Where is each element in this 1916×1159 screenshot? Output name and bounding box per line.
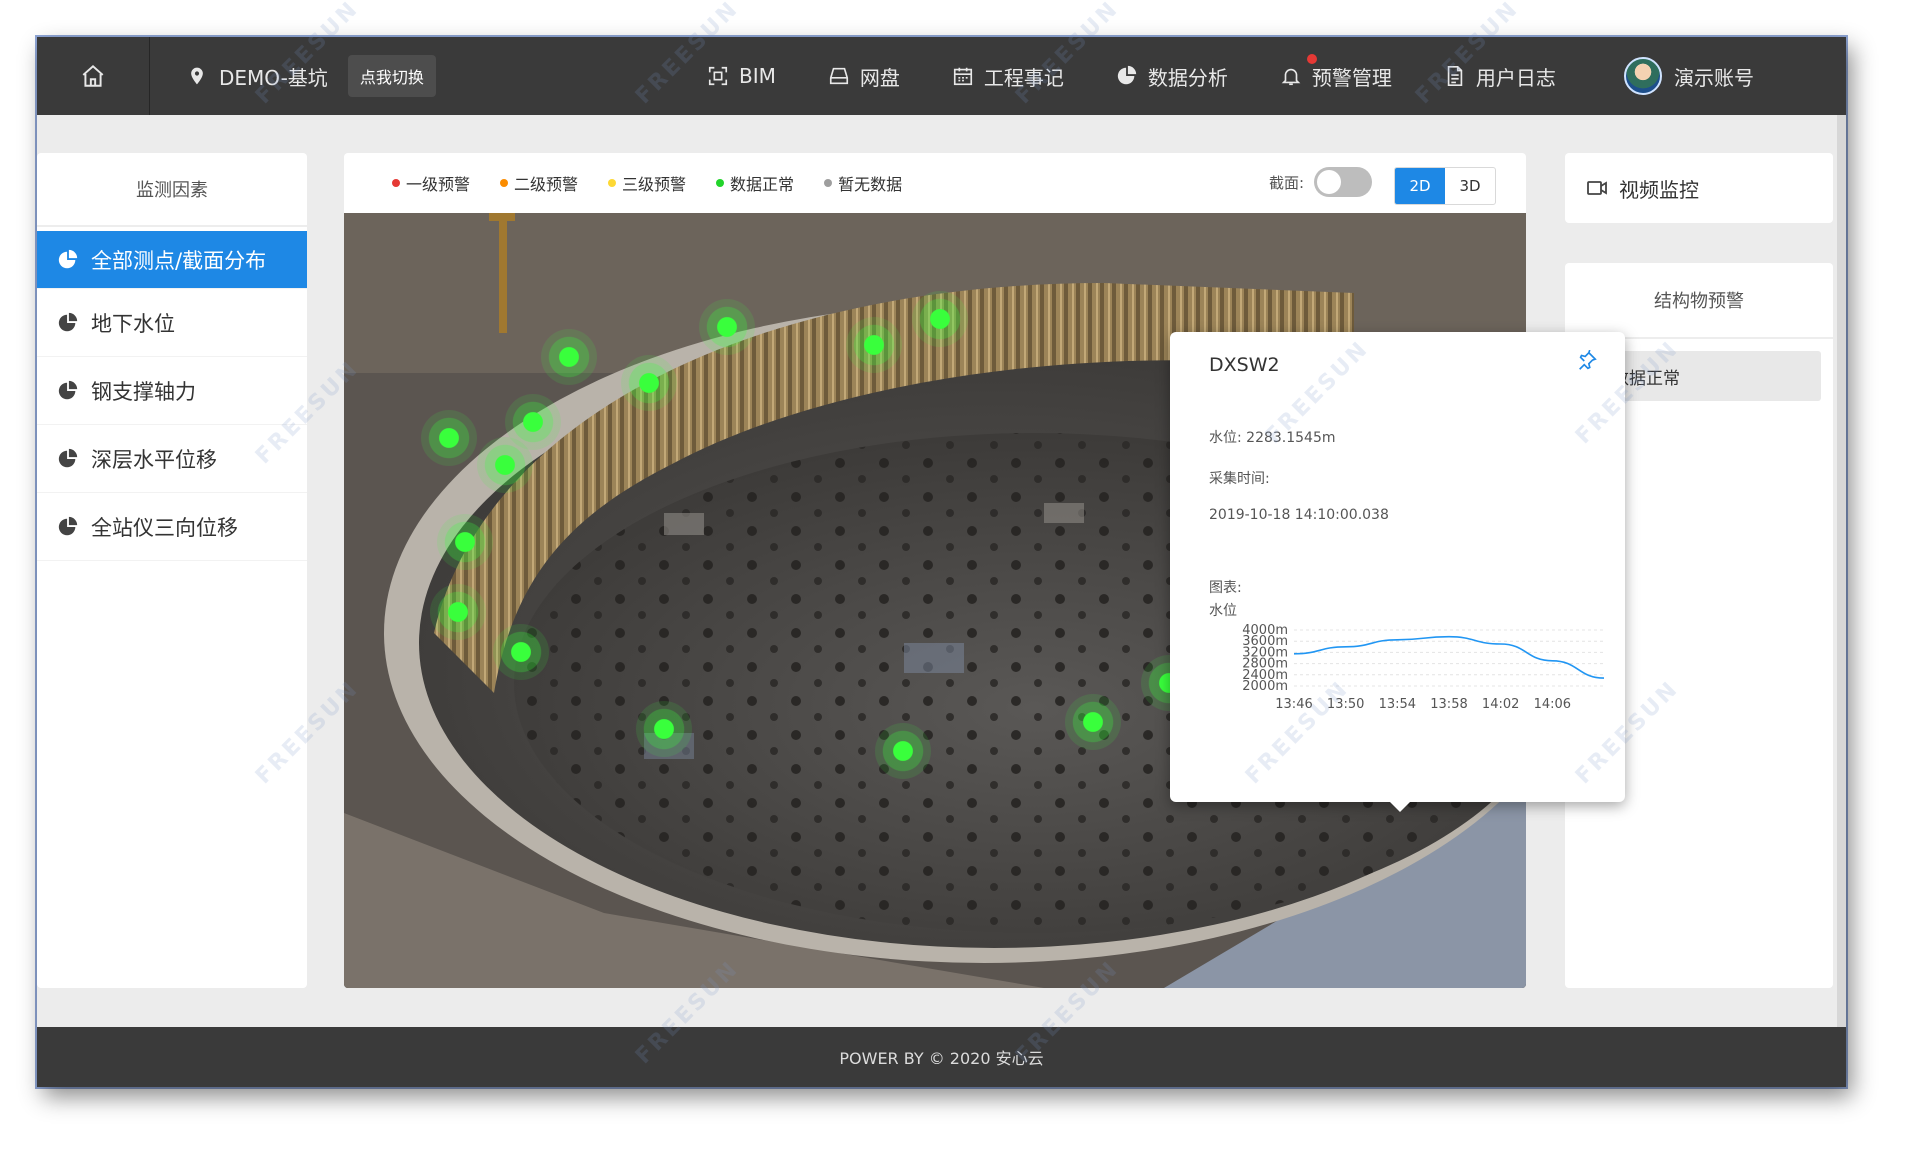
bell-icon [1281,68,1301,86]
alert-badge-dot [1306,53,1317,64]
factor-item-total-station[interactable]: 全站仪三向位移 [37,493,307,561]
pie-chart-icon [58,249,78,268]
factor-item-label: 深层水平位移 [91,447,217,472]
nav-analysis[interactable]: 数据分析 [1116,62,1228,91]
view-mode-2d-button[interactable]: 2D [1395,168,1445,204]
nav-drive[interactable]: 网盘 [828,62,900,91]
home-button[interactable] [37,37,150,115]
nav-events[interactable]: 工程事记 [952,62,1064,91]
chart-x-tick: 13:50 [1327,697,1364,712]
document-icon [1447,66,1463,86]
water-level-chart: 4000m3600m3200m2800m2400m2000m13:46 13:50… [1242,623,1605,712]
chart-x-tick: 14:02 [1482,697,1519,712]
factor-item-deep-displacement[interactable]: 深层水平位移 [37,425,307,493]
location-pin-icon [191,67,203,85]
popup-title: DXSW2 [1209,354,1280,376]
scan-icon [708,66,728,86]
monitoring-point[interactable] [875,723,931,779]
footer: POWER BY © 2020 安心云 [37,1027,1846,1087]
user-menu[interactable]: 演示账号 [1624,37,1754,115]
project-name: DEMO-基坑 [219,65,328,90]
drive-icon [829,67,848,85]
pie-chart-icon [58,516,78,535]
factor-item-label: 地下水位 [91,311,175,336]
monitoring-point[interactable] [430,584,486,640]
chart-x-tick: 13:58 [1430,697,1467,712]
nav-alerts-label: 预警管理 [1311,65,1392,90]
nav-logs-label: 用户日志 [1475,65,1556,90]
nav-drive-label: 网盘 [859,65,900,90]
monitoring-point[interactable] [421,410,477,466]
monitoring-point[interactable] [699,299,755,355]
video-monitor-label: 视频监控 [1619,177,1699,202]
pie-chart-icon [58,380,78,399]
legend-normal: 数据正常 [716,171,794,195]
monitoring-point[interactable] [477,437,533,493]
monitoring-factors-panel: 监测因素 全部测点/截面分布 地下水位 钢支撑轴力 深层水平位移 全站仪三向位移 [37,153,307,988]
section-label: 截面: [1269,173,1305,192]
popup-water-level: 水位: 2283.1545m [1209,430,1336,446]
factor-item-label: 全站仪三向位移 [91,515,238,540]
chart-x-tick: 13:54 [1379,697,1416,712]
monitoring-point[interactable] [912,291,968,347]
section-toggle[interactable] [1314,167,1373,197]
monitoring-point[interactable] [1065,694,1121,750]
project-selector: DEMO-基坑 点我切换 [187,37,436,115]
nav-logs[interactable]: 用户日志 [1444,62,1556,91]
monitoring-point[interactable] [437,514,493,570]
legend-level2: 二级预警 [500,171,578,195]
switch-project-button[interactable]: 点我切换 [347,55,436,97]
view-mode-switch: 2D 3D [1394,167,1496,205]
factor-item-label: 全部测点/截面分布 [91,248,267,273]
factor-item-water-level[interactable]: 地下水位 [37,289,307,357]
legend-no-data: 暂无数据 [824,171,902,195]
factor-item-steel-support[interactable]: 钢支撑轴力 [37,357,307,425]
nav-bim-label: BIM [739,64,776,88]
monitoring-point[interactable] [541,329,597,385]
legend-level3: 三级预警 [608,171,686,195]
chart-series-line [1293,635,1605,679]
avatar [1624,57,1662,95]
pie-chart-icon [58,312,78,331]
legend-level1: 一级预警 [392,171,470,195]
top-navigation-bar: DEMO-基坑 点我切换 BIM 网盘 工程事记 数据分析 预警管理 用户日志 … [37,37,1846,115]
user-name: 演示账号 [1674,65,1754,90]
factor-item-all-points[interactable]: 全部测点/截面分布 [37,231,307,289]
pin-icon[interactable] [1576,350,1598,372]
main-nav: BIM 网盘 工程事记 数据分析 预警管理 用户日志 [707,37,1608,115]
structure-alert-title: 结构物预警 [1565,263,1833,339]
point-info-popup: DXSW2 水位: 2283.1545m 采集时间: 2019-10-18 14… [1170,332,1625,812]
section-control: 截面: [1269,167,1373,197]
video-camera-icon [1587,181,1607,195]
popup-time-label: 采集时间: [1209,471,1270,487]
chart-y-tick: 2000m [1242,679,1288,694]
monitoring-point[interactable] [621,355,677,411]
monitoring-point[interactable] [636,701,692,757]
factor-item-label: 钢支撑轴力 [91,379,196,404]
monitoring-factors-title: 监测因素 [37,153,307,227]
nav-bim[interactable]: BIM [707,64,776,88]
monitoring-point[interactable] [493,624,549,680]
view-mode-3d-button[interactable]: 3D [1445,168,1495,204]
pie-chart-icon [58,448,78,467]
chart-x-tick: 14:06 [1534,697,1571,712]
app-window: DEMO-基坑 点我切换 BIM 网盘 工程事记 数据分析 预警管理 用户日志 … [37,37,1846,1087]
nav-alerts[interactable]: 预警管理 [1280,53,1392,91]
chart-x-tick: 13:46 [1275,697,1312,712]
video-monitor-button[interactable]: 视频监控 [1565,153,1833,223]
popup-chart-label: 图表: [1209,580,1242,596]
vertical-scrollbar[interactable] [1837,115,1846,1027]
popup-series-label: 水位 [1209,603,1237,619]
nav-events-label: 工程事记 [983,65,1064,90]
pie-chart-icon [1117,65,1137,85]
nav-analysis-label: 数据分析 [1147,65,1228,90]
popup-time-value: 2019-10-18 14:10:00.038 [1209,507,1389,523]
monitoring-point[interactable] [846,317,902,373]
calendar-icon [953,67,972,86]
home-icon [82,64,104,87]
